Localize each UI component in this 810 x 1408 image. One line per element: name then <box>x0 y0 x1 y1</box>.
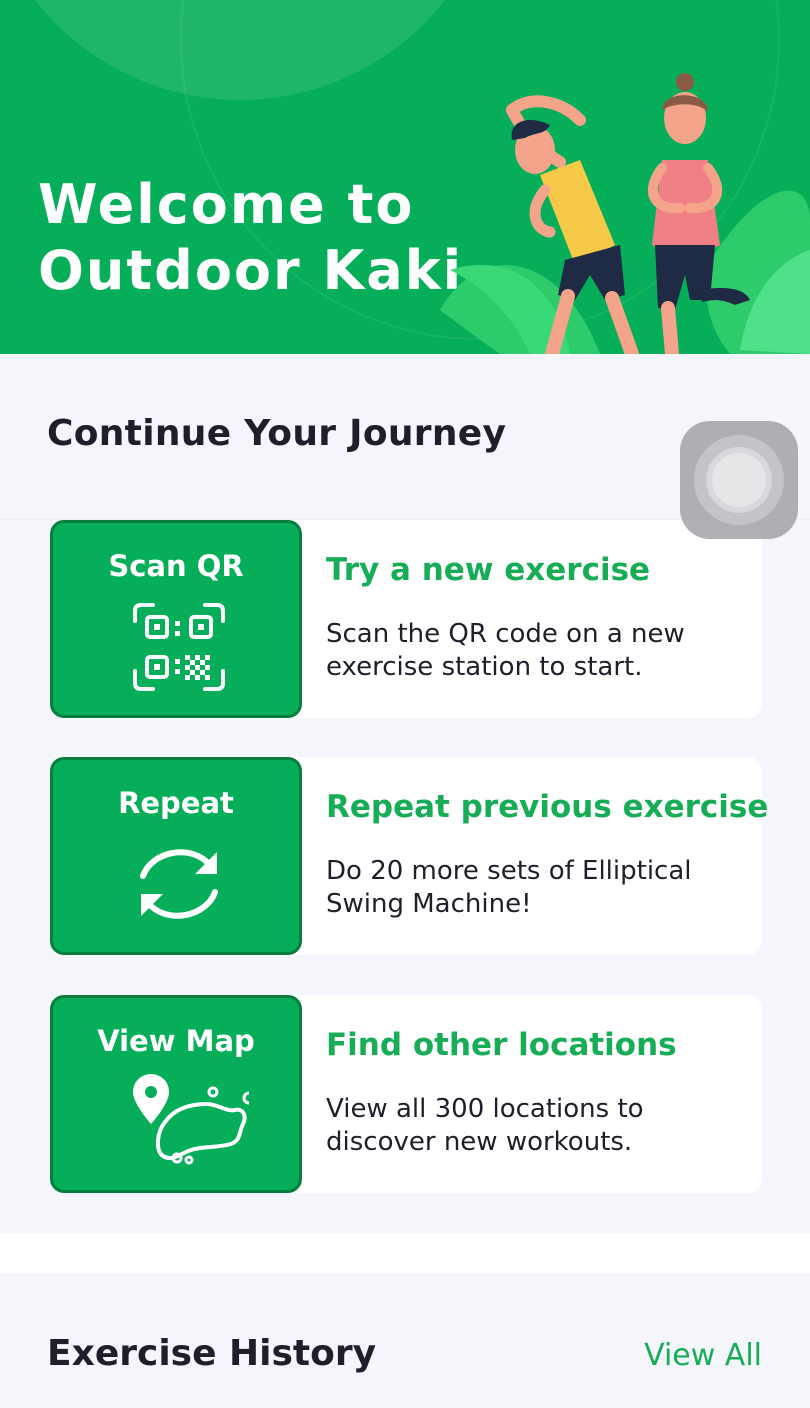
repeat-description: Do 20 more sets of Elliptical Swing Mach… <box>326 856 692 919</box>
scan-qr-card[interactable]: Scan QR Try a new exercise Scan the QR c… <box>50 520 762 718</box>
view-map-card[interactable]: View Map Find other locations View all 3… <box>50 995 762 1193</box>
assistive-touch-button[interactable] <box>680 421 798 539</box>
repeat-heading: Repeat previous exercise <box>326 789 769 825</box>
repeat-card[interactable]: Repeat Repeat previous exercise Do 20 mo… <box>50 757 768 955</box>
journey-section-title: Continue Your Journey <box>47 413 507 454</box>
repeat-icon <box>140 849 218 919</box>
scan-qr-description: Scan the QR code on a new exercise stati… <box>326 619 685 682</box>
view-map-heading: Find other locations <box>326 1027 677 1063</box>
qr-code-icon <box>133 603 225 691</box>
welcome-title-line1: Welcome to <box>38 173 415 236</box>
view-map-button[interactable]: View Map <box>50 995 302 1193</box>
exercising-people-illustration <box>440 73 810 354</box>
scan-qr-button[interactable]: Scan QR <box>50 520 302 718</box>
welcome-title: Welcome to Outdoor Kaki <box>38 172 498 304</box>
view-map-label: View Map <box>97 1024 255 1058</box>
scan-qr-heading: Try a new exercise <box>326 552 651 588</box>
exercise-history-title: Exercise History <box>47 1333 377 1374</box>
journey-card-list: Scan QR Try a new exercise Scan the QR c… <box>0 519 810 1233</box>
scan-qr-label: Scan QR <box>108 549 244 583</box>
map-pin-icon <box>133 1074 249 1165</box>
assistive-touch-ring-inner <box>712 453 766 507</box>
section-divider <box>0 1233 810 1275</box>
repeat-label: Repeat <box>118 786 234 820</box>
welcome-title-line2: Outdoor Kaki <box>38 239 464 302</box>
view-map-description: View all 300 locations to discover new w… <box>326 1094 644 1157</box>
view-all-link[interactable]: View All <box>644 1338 762 1373</box>
hero-banner: Welcome to Outdoor Kaki <box>0 0 810 354</box>
repeat-button[interactable]: Repeat <box>50 757 302 955</box>
